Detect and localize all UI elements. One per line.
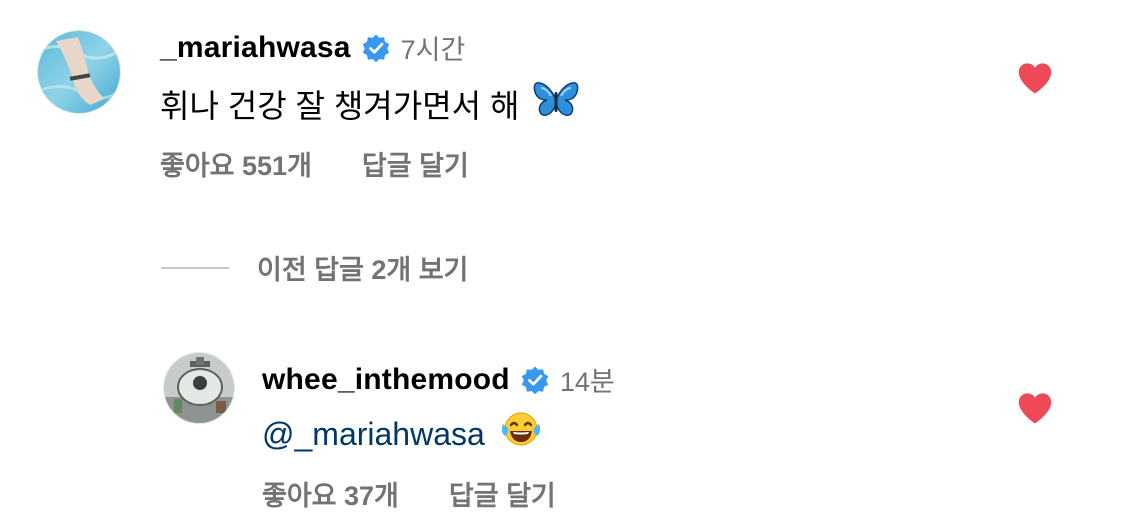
view-replies-label: 이전 답글 2개 보기 [257, 255, 469, 285]
reply-button[interactable]: 답글 달기 [362, 144, 469, 183]
butterfly-icon [533, 80, 579, 128]
avatar[interactable] [37, 30, 121, 114]
comment-username[interactable]: _mariahwasa [160, 31, 351, 65]
reply-item: whee_inthemood 14분 @_mariahwasa 좋아요 37개 … [0, 330, 1125, 524]
avatar[interactable] [163, 352, 235, 424]
reply-text-row: @_mariahwasa [262, 410, 543, 458]
reply-actions: 좋아요 37개 답글 달기 [262, 474, 556, 513]
avatar-image [164, 353, 234, 423]
comment-actions: 좋아요 551개 답글 달기 [160, 144, 469, 183]
comment-text-row: 휘나 건강 잘 챙겨가면서 해 [160, 80, 579, 128]
likes-count[interactable]: 좋아요 37개 [262, 474, 399, 513]
likes-count[interactable]: 좋아요 551개 [160, 144, 312, 183]
verified-badge-icon [361, 33, 391, 63]
comment-timestamp: 7시간 [400, 35, 466, 65]
verified-badge-icon [520, 365, 550, 395]
reply-timestamp: 14분 [559, 367, 615, 397]
like-heart-icon[interactable] [1016, 61, 1054, 95]
view-previous-replies[interactable]: 이전 답글 2개 보기 [161, 248, 468, 287]
reply-button[interactable]: 답글 달기 [449, 474, 556, 513]
like-heart-icon[interactable] [1016, 391, 1054, 425]
divider-line [161, 266, 229, 269]
tears-of-joy-icon [499, 410, 543, 458]
comment-text: 휘나 건강 잘 챙겨가면서 해 [160, 88, 520, 124]
reply-username[interactable]: whee_inthemood [262, 363, 510, 397]
avatar-image [38, 31, 120, 113]
mention-link[interactable]: @_mariahwasa [262, 416, 485, 453]
comment-item: _mariahwasa 7시간 휘나 건강 잘 챙겨가면서 해 좋아요 551개… [0, 0, 1125, 200]
